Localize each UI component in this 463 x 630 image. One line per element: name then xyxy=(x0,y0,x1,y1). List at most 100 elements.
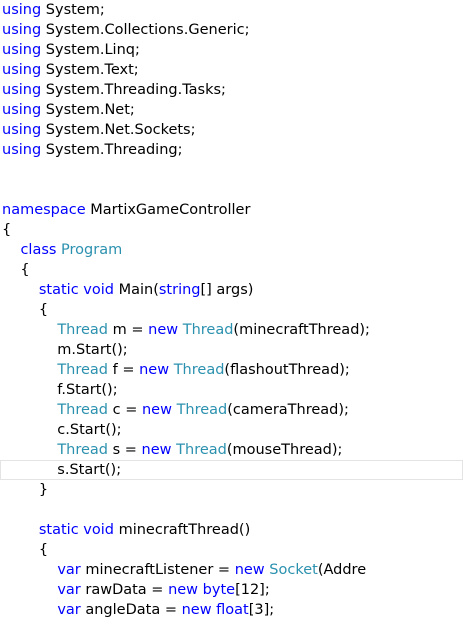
type-token: Thread xyxy=(173,362,225,378)
code-text-token: (mouseThread); xyxy=(226,442,343,458)
code-text-token: } xyxy=(2,482,49,498)
code-line[interactable]: using System.Linq; xyxy=(0,40,463,60)
keyword-token: static xyxy=(38,522,79,538)
keyword-token: using xyxy=(2,102,42,118)
keyword-token: new xyxy=(139,362,170,378)
code-text-token: System.Text; xyxy=(41,62,139,78)
type-token: Thread xyxy=(176,442,227,458)
code-text-token: MartixGameController xyxy=(85,202,251,218)
keyword-token: using xyxy=(2,142,42,158)
code-text-token: minecraftListener = xyxy=(80,562,235,578)
keyword-token: new xyxy=(168,582,199,598)
type-token: Thread xyxy=(182,322,234,338)
type-token: Thread xyxy=(57,322,109,338)
code-line[interactable]: } xyxy=(0,480,463,500)
code-text-token: { xyxy=(2,302,49,318)
code-text-token: [3]; xyxy=(248,602,275,618)
code-line[interactable]: static void Main(string[] args) xyxy=(0,280,463,300)
code-line[interactable]: namespace MartixGameController xyxy=(0,200,463,220)
code-line[interactable]: Thread m = new Thread(minecraftThread); xyxy=(0,320,463,340)
code-text-token: m.Start(); xyxy=(2,342,128,358)
code-line[interactable]: ​ xyxy=(0,180,463,200)
keyword-token: new xyxy=(181,602,212,618)
code-text-token: minecraftThread() xyxy=(113,522,251,538)
code-line[interactable]: static void minecraftThread() xyxy=(0,520,463,540)
code-text-token: rawData = xyxy=(80,582,169,598)
keyword-token: byte xyxy=(202,582,236,598)
code-text-token: System.Net; xyxy=(41,102,135,118)
keyword-token: using xyxy=(2,42,42,58)
type-token: Thread xyxy=(57,402,109,418)
keyword-token: using xyxy=(2,22,42,38)
code-line[interactable]: { xyxy=(0,300,463,320)
keyword-token: var xyxy=(57,582,81,598)
code-text-token: (flashoutThread); xyxy=(224,362,350,378)
code-text-token: s = xyxy=(108,442,142,458)
code-line[interactable]: { xyxy=(0,260,463,280)
code-text-token: s.Start(); xyxy=(2,462,122,478)
code-text-token: Main( xyxy=(113,282,159,298)
current-code-line[interactable]: s.Start(); xyxy=(0,460,463,480)
code-text-token: angleData = xyxy=(80,602,182,618)
code-line[interactable]: f.Start(); xyxy=(0,380,463,400)
code-line[interactable]: Thread s = new Thread(mouseThread); xyxy=(0,440,463,460)
code-line[interactable]: using System.Net.Sockets; xyxy=(0,120,463,140)
keyword-token: var xyxy=(57,562,81,578)
code-line[interactable]: ​ xyxy=(0,500,463,520)
type-token: Thread xyxy=(57,442,109,458)
code-text-token: System.Linq; xyxy=(41,42,140,58)
keyword-token: using xyxy=(2,122,42,138)
code-line[interactable]: using System.Threading; xyxy=(0,140,463,160)
keyword-token: void xyxy=(83,522,114,538)
code-text-token: System.Collections.Generic; xyxy=(41,22,250,38)
keyword-token: void xyxy=(83,282,114,298)
code-line[interactable]: ​ xyxy=(0,160,463,180)
keyword-token: namespace xyxy=(2,202,86,218)
code-line[interactable]: class Program xyxy=(0,240,463,260)
type-token: Socket xyxy=(269,562,318,578)
type-token: Program xyxy=(61,242,123,258)
keyword-token: string xyxy=(158,282,201,298)
code-text-token: { xyxy=(2,262,30,278)
keyword-token: new xyxy=(141,402,172,418)
code-text-token: System.Net.Sockets; xyxy=(41,122,196,138)
code-line[interactable]: { xyxy=(0,540,463,560)
code-text-token: (cameraThread); xyxy=(227,402,349,418)
code-line[interactable]: Thread f = new Thread(flashoutThread); xyxy=(0,360,463,380)
code-text-token: (Addre xyxy=(317,562,367,578)
code-line[interactable]: Thread c = new Thread(cameraThread); xyxy=(0,400,463,420)
code-line[interactable]: using System.Text; xyxy=(0,60,463,80)
keyword-token: new xyxy=(148,322,179,338)
code-line[interactable]: using System; xyxy=(0,0,463,20)
code-line[interactable]: { xyxy=(0,220,463,240)
code-line[interactable]: c.Start(); xyxy=(0,420,463,440)
code-text-token: [] args) xyxy=(200,282,254,298)
code-line[interactable]: m.Start(); xyxy=(0,340,463,360)
code-text-token: m = xyxy=(108,322,149,338)
code-line[interactable]: using System.Collections.Generic; xyxy=(0,20,463,40)
code-text-token: (minecraftThread); xyxy=(233,322,370,338)
code-text-token: [12]; xyxy=(235,582,270,598)
code-line[interactable]: using System.Net; xyxy=(0,100,463,120)
code-line[interactable]: var rawData = new byte[12]; xyxy=(0,580,463,600)
keyword-token: using xyxy=(2,62,42,78)
type-token: Thread xyxy=(176,402,228,418)
code-line[interactable]: var angleData = new float[3]; xyxy=(0,600,463,620)
type-token: Thread xyxy=(57,362,109,378)
keyword-token: class xyxy=(20,242,57,258)
code-line[interactable]: var minecraftListener = new Socket(Addre xyxy=(0,560,463,580)
code-editor[interactable]: using System; using System.Collections.Ge… xyxy=(0,0,463,630)
code-text-token: System.Threading; xyxy=(41,142,183,158)
code-line[interactable]: using System.Threading.Tasks; xyxy=(0,80,463,100)
code-text-token: { xyxy=(2,222,12,238)
code-text-token: f.Start(); xyxy=(2,382,118,398)
code-text-token: { xyxy=(2,542,49,558)
